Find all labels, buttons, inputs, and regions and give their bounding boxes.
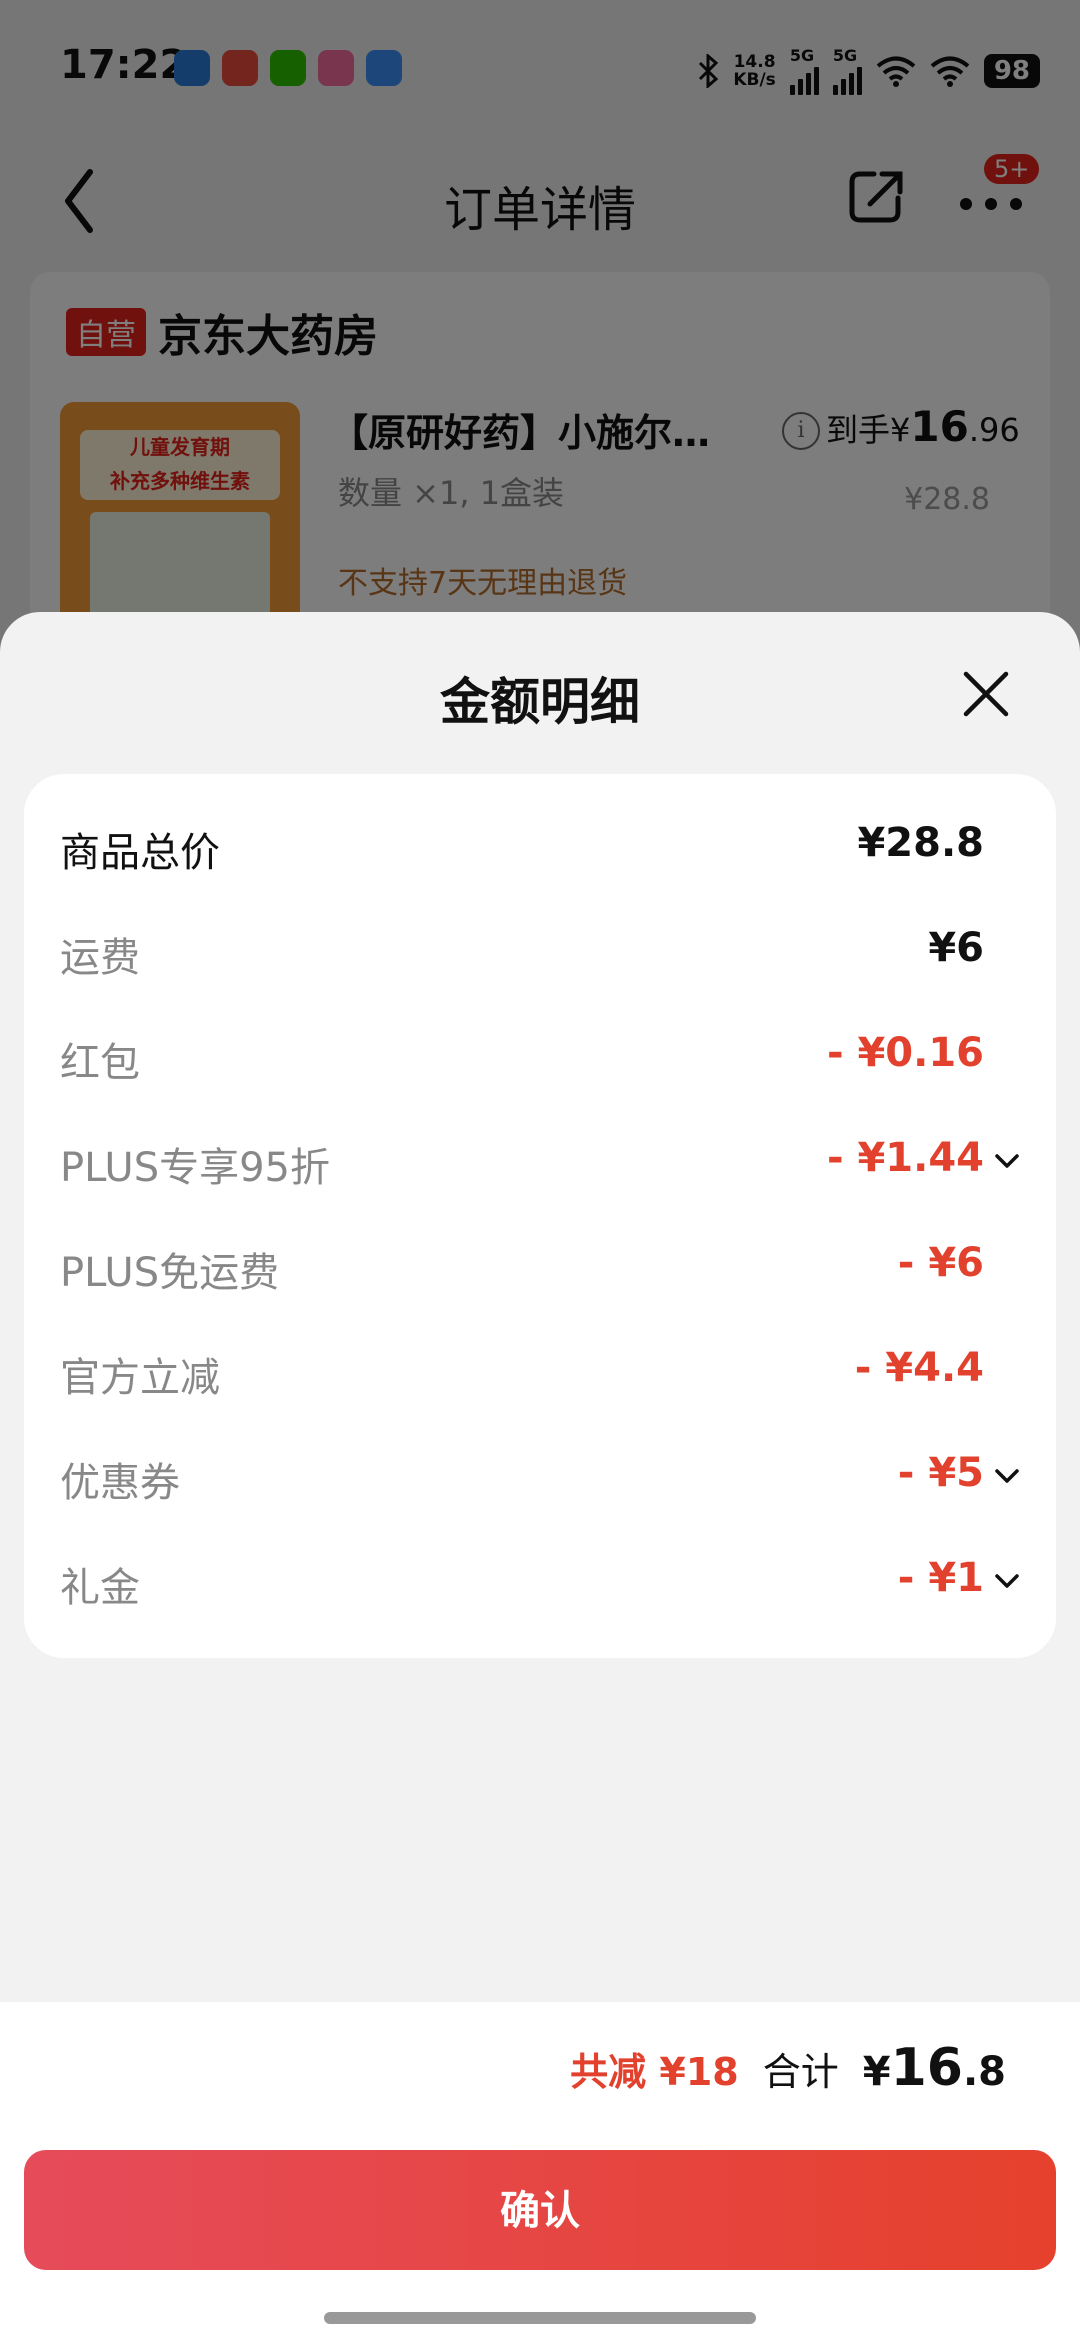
row-plus-discount[interactable]: PLUS专享95折 - ¥1.44 xyxy=(24,1119,1056,1199)
row-value: - ¥1.44 xyxy=(827,1135,984,1181)
chevron-down-icon[interactable] xyxy=(994,1573,1020,1589)
row-value: - ¥0.16 xyxy=(827,1030,984,1076)
row-goods-total: 商品总价 ¥28.8 xyxy=(24,804,1056,884)
total-summary: 共减 ¥18 合计 ¥16.8 xyxy=(570,2038,1006,2098)
amount-detail-card: 商品总价 ¥28.8 运费 ¥6 红包 - ¥0.16 PLUS专享95折 - … xyxy=(24,774,1056,1658)
row-value: ¥28.8 xyxy=(857,820,984,866)
row-label: 礼金 xyxy=(60,1555,140,1613)
total-reduction: 共减 ¥18 xyxy=(570,2041,739,2096)
home-indicator[interactable] xyxy=(324,2312,756,2324)
row-official-discount: 官方立减 - ¥4.4 xyxy=(24,1329,1056,1409)
row-value: - ¥1 xyxy=(898,1555,984,1601)
row-value: - ¥5 xyxy=(898,1450,984,1496)
confirm-button[interactable]: 确认 xyxy=(24,2150,1056,2270)
row-red-packet: 红包 - ¥0.16 xyxy=(24,1014,1056,1094)
row-shipping: 运费 ¥6 xyxy=(24,909,1056,989)
row-plus-free-shipping: PLUS免运费 - ¥6 xyxy=(24,1224,1056,1304)
total-label: 合计 xyxy=(763,2041,839,2096)
row-label: PLUS专享95折 xyxy=(60,1135,330,1193)
row-value: ¥6 xyxy=(928,925,984,971)
chevron-down-icon[interactable] xyxy=(994,1153,1020,1169)
row-label: 商品总价 xyxy=(60,820,220,878)
total-amount: ¥16.8 xyxy=(863,2038,1006,2098)
row-coupon[interactable]: 优惠券 - ¥5 xyxy=(24,1434,1056,1514)
row-label: 红包 xyxy=(60,1030,140,1088)
row-label: PLUS免运费 xyxy=(60,1240,279,1298)
chevron-down-icon[interactable] xyxy=(994,1468,1020,1484)
close-icon[interactable] xyxy=(960,668,1012,720)
sheet-title: 金额明细 xyxy=(0,662,1080,734)
row-value: - ¥4.4 xyxy=(855,1345,984,1391)
row-label: 官方立减 xyxy=(60,1345,220,1403)
amount-detail-sheet: 金额明细 商品总价 ¥28.8 运费 ¥6 红包 - ¥0.16 PLUS专享9… xyxy=(0,612,1080,2344)
summary-footer: 共减 ¥18 合计 ¥16.8 确认 xyxy=(0,2002,1080,2344)
row-label: 运费 xyxy=(60,925,140,983)
row-value: - ¥6 xyxy=(898,1240,984,1286)
row-gift-money[interactable]: 礼金 - ¥1 xyxy=(24,1539,1056,1619)
row-label: 优惠券 xyxy=(60,1450,180,1508)
